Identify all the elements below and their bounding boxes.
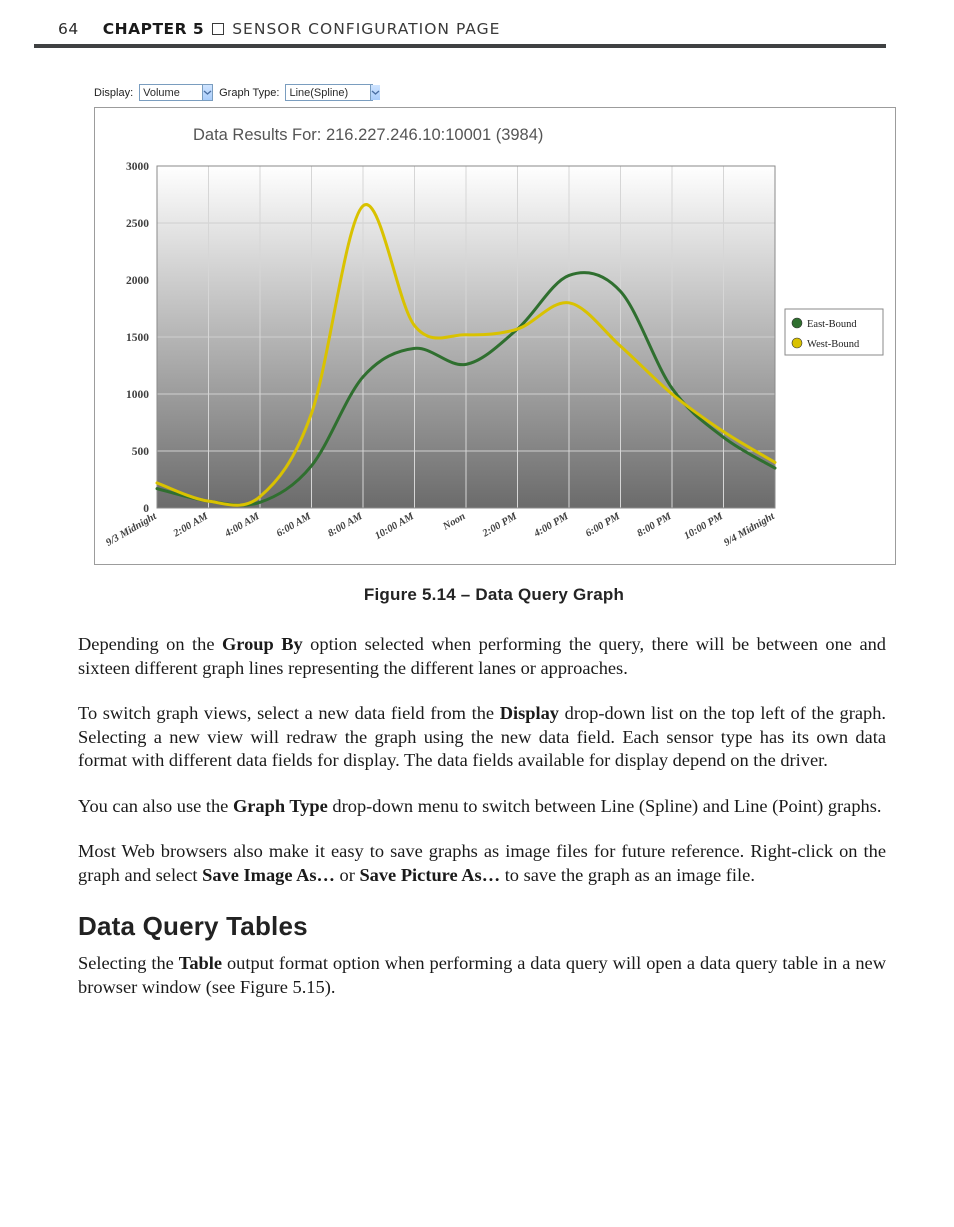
svg-text:2:00 PM: 2:00 PM (480, 511, 520, 540)
svg-text:10:00 PM: 10:00 PM (682, 511, 725, 542)
svg-text:9/4 Midnight: 9/4 Midnight (722, 511, 777, 549)
header-rule (34, 44, 886, 48)
svg-text:Data Results For: 216.227.246.: Data Results For: 216.227.246.10:10001 (… (193, 126, 543, 144)
svg-text:4:00 AM: 4:00 AM (222, 511, 262, 540)
paragraph: You can also use the Graph Type drop-dow… (78, 795, 886, 819)
square-icon (212, 23, 224, 35)
chapter-label: CHAPTER 5 (103, 20, 204, 38)
svg-text:8:00 PM: 8:00 PM (635, 511, 674, 540)
svg-text:6:00 PM: 6:00 PM (584, 511, 623, 540)
page-title: SENSOR CONFIGURATION PAGE (232, 20, 500, 38)
figure-container: Display: Volume Graph Type: Line(Spline)… (94, 82, 894, 605)
graph-type-select[interactable]: Line(Spline) (285, 84, 373, 101)
paragraph: Most Web browsers also make it easy to s… (78, 840, 886, 887)
paragraph: Selecting the Table output format option… (78, 952, 886, 999)
svg-text:4:00 PM: 4:00 PM (532, 511, 572, 540)
display-select-value: Volume (143, 87, 202, 99)
svg-text:1500: 1500 (126, 332, 149, 344)
data-query-chart: Data Results For: 216.227.246.10:10001 (… (94, 107, 896, 565)
svg-text:9/3 Midnight: 9/3 Midnight (104, 511, 159, 549)
svg-text:2:00 AM: 2:00 AM (171, 511, 211, 540)
display-label: Display: (94, 87, 133, 99)
running-head: 64 CHAPTER 5 SENSOR CONFIGURATION PAGE (58, 20, 886, 38)
svg-text:10:00 AM: 10:00 AM (373, 511, 416, 542)
paragraph: Depending on the Group By option selecte… (78, 633, 886, 680)
chevron-down-icon (370, 85, 380, 100)
svg-text:2000: 2000 (126, 275, 149, 287)
svg-text:2500: 2500 (126, 218, 149, 230)
body-text: Depending on the Group By option selecte… (58, 633, 886, 887)
graph-type-label: Graph Type: (219, 87, 279, 99)
display-select[interactable]: Volume (139, 84, 213, 101)
chevron-down-icon (202, 85, 212, 100)
svg-text:8:00 AM: 8:00 AM (326, 511, 365, 540)
body-text: Selecting the Table output format option… (58, 952, 886, 999)
svg-text:West-Bound: West-Bound (807, 339, 860, 350)
svg-text:6:00 AM: 6:00 AM (275, 511, 314, 540)
graph-type-select-value: Line(Spline) (289, 87, 370, 99)
section-heading: Data Query Tables (78, 911, 886, 942)
svg-text:3000: 3000 (126, 161, 149, 173)
svg-text:East-Bound: East-Bound (807, 319, 857, 330)
svg-text:1000: 1000 (126, 389, 149, 401)
svg-text:Noon: Noon (440, 511, 467, 533)
svg-text:500: 500 (132, 446, 150, 458)
page-number: 64 (58, 20, 79, 38)
figure-caption: Figure 5.14 – Data Query Graph (94, 585, 894, 605)
paragraph: To switch graph views, select a new data… (78, 702, 886, 773)
graph-controls-row: Display: Volume Graph Type: Line(Spline) (94, 82, 894, 107)
